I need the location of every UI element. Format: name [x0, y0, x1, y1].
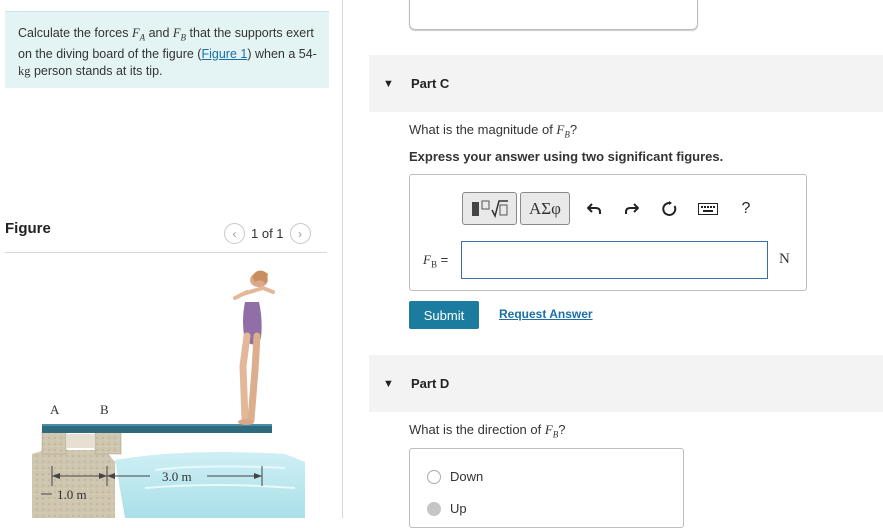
figure-page-indicator: 1 of 1 [251, 226, 284, 241]
figure-divider [5, 252, 327, 253]
answer-input[interactable] [461, 241, 768, 279]
label-b: B [100, 402, 109, 417]
greek-symbols-button[interactable]: ΑΣφ [520, 192, 570, 225]
radio-button[interactable] [427, 501, 441, 516]
part-c-header[interactable]: ▼ Part C [369, 55, 883, 112]
math-toolbar: ΑΣφ ? [462, 192, 765, 225]
undo-icon[interactable] [575, 192, 613, 225]
request-answer-link[interactable]: Request Answer [499, 307, 593, 321]
person [233, 270, 275, 425]
part-c-title: Part C [411, 76, 450, 91]
dim-short-label: 1.0 m [57, 487, 87, 502]
caret-down-icon: ▼ [383, 77, 394, 90]
symbol-fa: FA [131, 26, 146, 43]
choice-label: Up [450, 501, 467, 516]
concrete-base [32, 450, 115, 518]
problem-statement: Calculate the forces FA and FB that the … [5, 11, 329, 88]
choice-label: Down [450, 469, 484, 484]
label-a: A [50, 402, 60, 417]
keyboard-icon[interactable] [689, 192, 727, 225]
figure-pager: ‹ 1 of 1 › [224, 223, 311, 244]
radio-button[interactable] [427, 469, 441, 484]
redo-icon[interactable] [613, 192, 651, 225]
choice-box: Down Up [409, 448, 684, 528]
part-c-instruction: Express your answer using two significan… [409, 149, 724, 164]
choice-down[interactable]: Down [427, 469, 483, 484]
answer-label: FB = [423, 252, 449, 270]
chevron-right-icon[interactable]: › [289, 223, 311, 244]
figure-link[interactable]: Figure 1 [201, 47, 247, 61]
part-d-title: Part D [411, 376, 450, 391]
previous-answer-box [409, 0, 698, 30]
left-panel: Calculate the forces FA and FB that the … [0, 0, 343, 518]
choice-up[interactable]: Up [427, 501, 467, 516]
dim-long-label: 3.0 m [162, 469, 192, 484]
help-icon[interactable]: ? [727, 192, 765, 225]
unit-label: N [779, 251, 790, 267]
reset-icon[interactable] [651, 192, 689, 225]
part-c-question: What is the magnitude of FB? [409, 122, 578, 140]
diving-board-figure: A B 3.0 m 1.0 m [32, 270, 305, 518]
support-a [41, 431, 67, 455]
part-d-header[interactable]: ▼ Part D [369, 355, 883, 412]
support-b [94, 431, 122, 455]
answer-box: ΑΣφ ? FB = N [409, 174, 807, 291]
submit-button[interactable]: Submit [409, 301, 479, 329]
symbol-fb: FB [172, 26, 187, 43]
part-d-question: What is the direction of FB? [409, 422, 566, 440]
figure-heading: Figure [5, 220, 51, 237]
chevron-left-icon[interactable]: ‹ [224, 223, 245, 244]
template-icon[interactable] [462, 192, 517, 225]
caret-down-icon: ▼ [383, 377, 394, 390]
